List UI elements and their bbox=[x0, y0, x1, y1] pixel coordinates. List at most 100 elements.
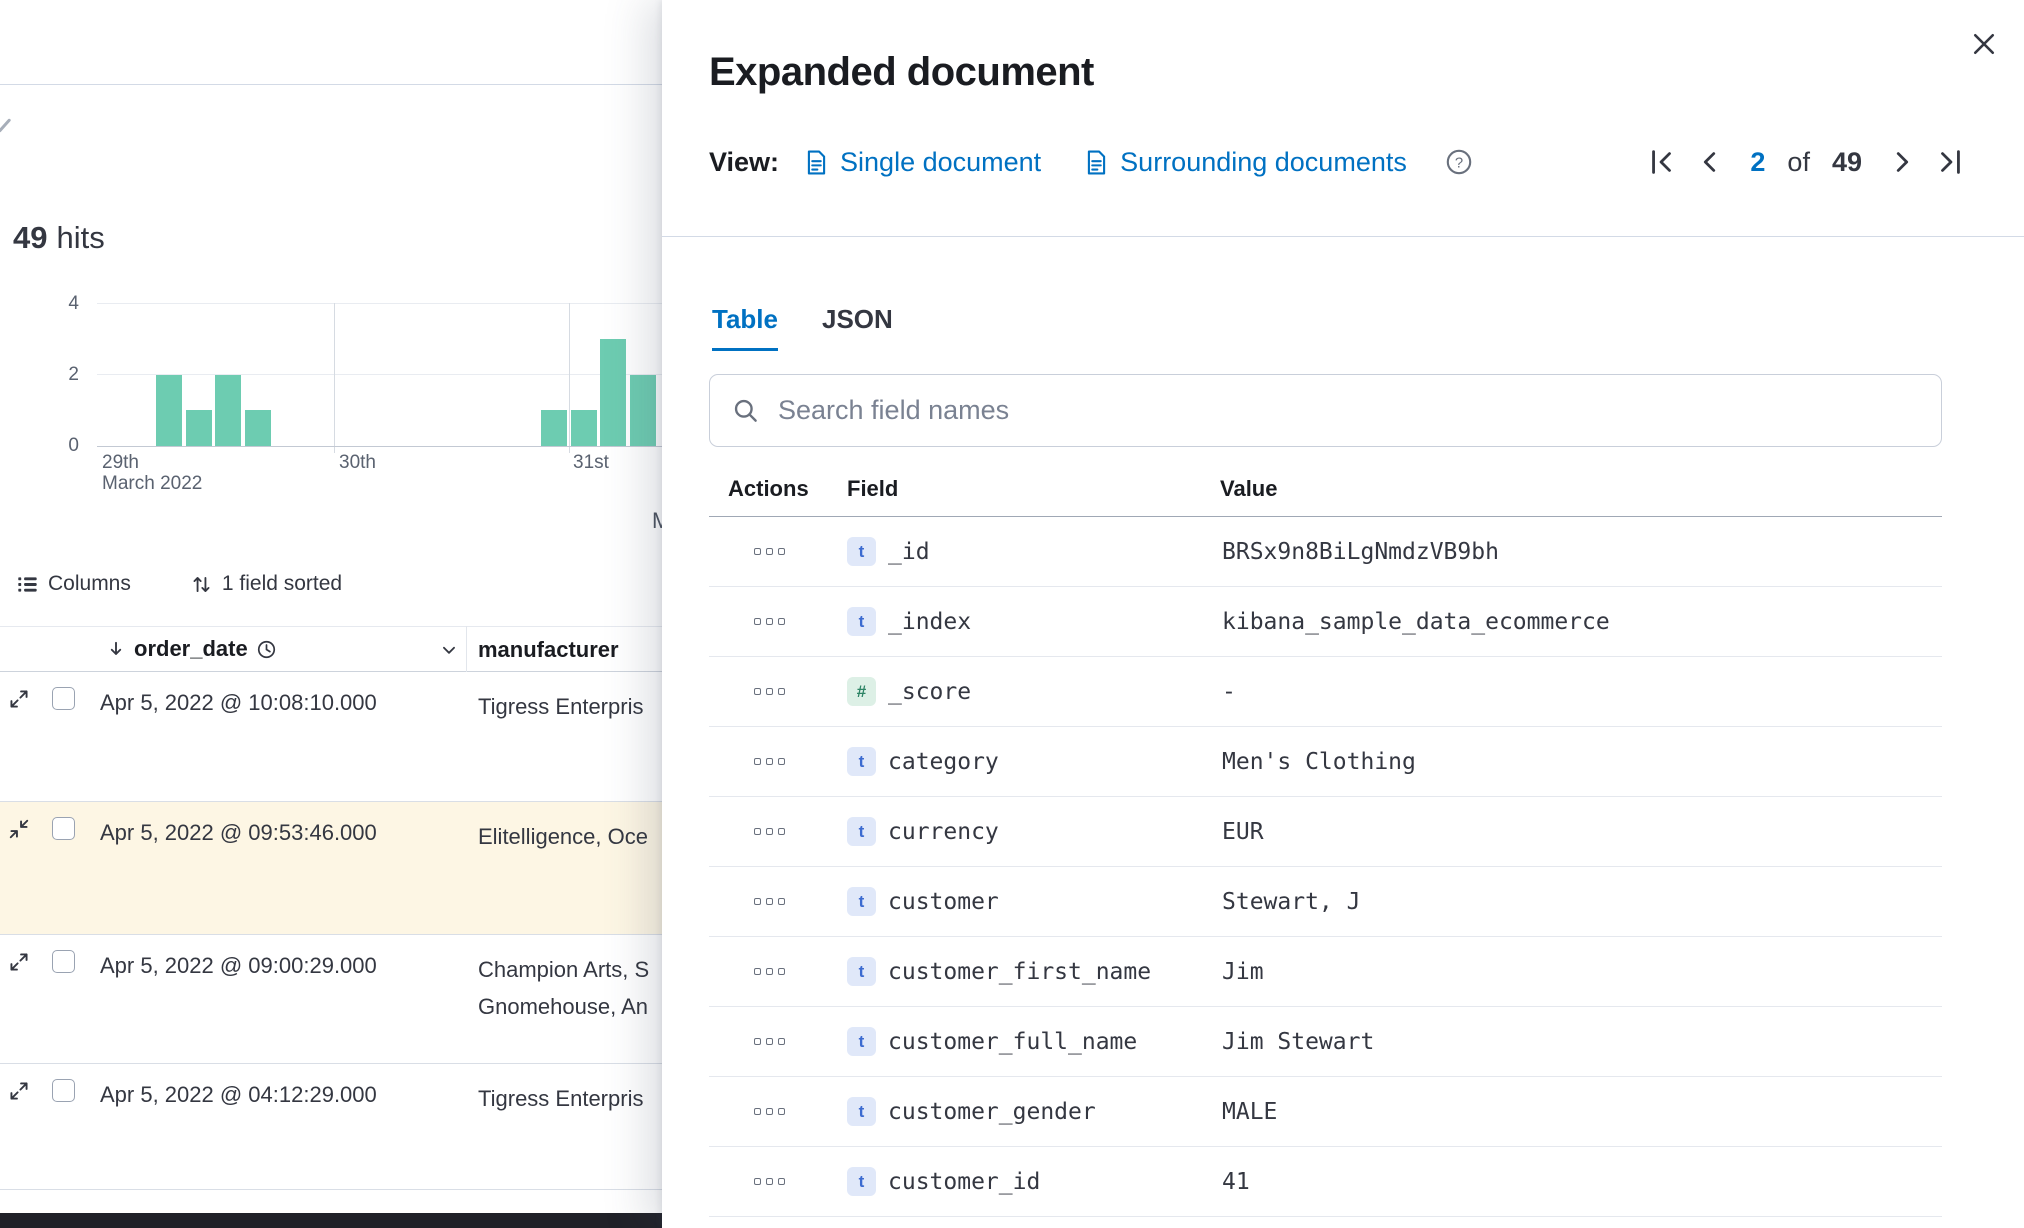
field-name: customer_gender bbox=[888, 1098, 1096, 1125]
search-field-names-box bbox=[709, 374, 1942, 447]
sorted-fields-button[interactable]: 1 field sorted bbox=[191, 572, 342, 596]
expand-icon bbox=[10, 690, 28, 708]
field-actions-button[interactable] bbox=[754, 968, 785, 975]
clock-icon bbox=[257, 640, 275, 658]
token-text-icon: t bbox=[847, 607, 876, 636]
token-text-icon: t bbox=[847, 747, 876, 776]
x-axis-tick: 29th bbox=[102, 452, 139, 473]
view-selector-row: View: Single document Surrounding docume… bbox=[709, 140, 1473, 184]
expand-row-button[interactable] bbox=[8, 951, 30, 973]
field-name: category bbox=[888, 748, 999, 775]
columns-button[interactable]: Columns bbox=[17, 572, 131, 596]
doc-table-header: Actions Field Value bbox=[709, 464, 1942, 517]
field-actions-button[interactable] bbox=[754, 898, 785, 905]
field-column-header: Field bbox=[847, 476, 899, 501]
surrounding-documents-link[interactable]: Surrounding documents bbox=[1083, 147, 1407, 178]
search-input[interactable] bbox=[776, 394, 1921, 427]
field-row: t _index kibana_sample_data_ecommerce bbox=[709, 587, 1942, 657]
sorted-fields-label: 1 field sorted bbox=[221, 572, 343, 595]
actions-column-header: Actions bbox=[728, 476, 809, 501]
manufacturer-line: Elitelligence, Oce bbox=[478, 824, 648, 849]
row-checkbox[interactable] bbox=[52, 687, 75, 710]
first-page-button[interactable] bbox=[1647, 147, 1677, 177]
field-row: t currency EUR bbox=[709, 797, 1942, 867]
document-pagination: 2 of 49 bbox=[1638, 140, 1974, 184]
column-header-order-date[interactable]: order_date bbox=[106, 636, 277, 662]
help-button[interactable]: ? bbox=[1445, 148, 1473, 176]
doc-table-rows: t _id BRSx9n8BiLgNmdzVB9bh t _index kiba… bbox=[709, 517, 1942, 1217]
previous-page-button[interactable] bbox=[1695, 147, 1725, 177]
last-page-button[interactable] bbox=[1935, 147, 1965, 177]
field-value: Men's Clothing bbox=[1222, 748, 1416, 775]
tab-json[interactable]: JSON bbox=[822, 304, 893, 351]
field-actions-button[interactable] bbox=[754, 688, 785, 695]
grid-row: Apr 5, 2022 @ 10:08:10.000 Tigress Enter… bbox=[0, 672, 662, 802]
sort-icon bbox=[193, 576, 210, 592]
close-button[interactable] bbox=[1964, 24, 2004, 64]
x-axis-tick: 31st bbox=[573, 452, 609, 473]
expanded-document-flyout: Expanded document View: Single document … bbox=[662, 0, 2024, 1228]
expand-icon bbox=[10, 1082, 28, 1100]
field-actions-button[interactable] bbox=[754, 548, 785, 555]
field-name: customer_first_name bbox=[888, 958, 1152, 985]
histogram-bar bbox=[600, 338, 627, 446]
collapse-row-button[interactable] bbox=[8, 818, 30, 840]
help-icon: ? bbox=[1446, 149, 1472, 175]
order-date-cell: Apr 5, 2022 @ 09:00:29.000 bbox=[100, 953, 377, 978]
field-actions-button[interactable] bbox=[754, 758, 785, 765]
hits-number: 49 bbox=[13, 220, 48, 255]
grid-toolbar: Columns 1 field sorted bbox=[17, 572, 342, 596]
flyout-header-divider bbox=[662, 236, 2024, 237]
row-checkbox[interactable] bbox=[52, 1079, 75, 1102]
histogram-bar bbox=[570, 410, 597, 446]
field-actions-button[interactable] bbox=[754, 1108, 785, 1115]
column-header-manufacturer[interactable]: manufacturer bbox=[478, 637, 619, 663]
histogram-bar bbox=[215, 374, 242, 446]
field-value: Jim Stewart bbox=[1222, 1028, 1375, 1055]
hits-counter: 49 hits bbox=[13, 220, 105, 256]
field-actions-button[interactable] bbox=[754, 1178, 785, 1185]
expand-row-button[interactable] bbox=[8, 1080, 30, 1102]
token-text-icon: t bbox=[847, 887, 876, 916]
row-checkbox[interactable] bbox=[52, 817, 75, 840]
surrounding-documents-label: Surrounding documents bbox=[1120, 146, 1407, 177]
field-row: t customer_id 41 bbox=[709, 1147, 1942, 1217]
field-value: Stewart, J bbox=[1222, 888, 1361, 915]
field-row: t customer_full_name Jim Stewart bbox=[709, 1007, 1942, 1077]
last-page-icon bbox=[1941, 150, 1960, 174]
tab-table[interactable]: Table bbox=[712, 304, 778, 351]
x-axis-tick: 30th bbox=[339, 452, 376, 473]
doc-viewer-tabs: Table JSON bbox=[712, 304, 893, 351]
next-page-button[interactable] bbox=[1887, 147, 1917, 177]
column-menu-chevron-icon[interactable] bbox=[440, 641, 458, 659]
single-document-link[interactable]: Single document bbox=[803, 147, 1041, 178]
field-row: t customer_first_name Jim bbox=[709, 937, 1942, 1007]
order-date-cell: Apr 5, 2022 @ 10:08:10.000 bbox=[100, 690, 377, 715]
document-icon bbox=[1088, 149, 1106, 175]
search-bar-fragment-icon bbox=[0, 118, 12, 133]
field-name: _score bbox=[888, 678, 972, 705]
field-name: _id bbox=[888, 538, 930, 565]
field-actions-button[interactable] bbox=[754, 618, 785, 625]
manufacturer-line: Champion Arts, S bbox=[478, 957, 650, 982]
view-label: View: bbox=[709, 146, 780, 177]
row-checkbox[interactable] bbox=[52, 950, 75, 973]
field-name: _index bbox=[888, 608, 972, 635]
grid-footer-bar bbox=[0, 1213, 662, 1228]
field-row: # _score - bbox=[709, 657, 1942, 727]
token-text-icon: t bbox=[847, 1167, 876, 1196]
grid-rows: Apr 5, 2022 @ 10:08:10.000 Tigress Enter… bbox=[0, 672, 662, 1190]
grid-row-expanded: Apr 5, 2022 @ 09:53:46.000 Elitelligence… bbox=[0, 802, 662, 935]
manufacturer-cell: Tigress Enterpris bbox=[478, 1080, 643, 1117]
manufacturer-line: Gnomehouse, An bbox=[478, 994, 649, 1019]
manufacturer-cell: Champion Arts, S Gnomehouse, An bbox=[478, 951, 649, 1025]
order-date-cell: Apr 5, 2022 @ 09:53:46.000 bbox=[100, 820, 377, 845]
field-value: BRSx9n8BiLgNmdzVB9bh bbox=[1222, 538, 1499, 565]
single-document-label: Single document bbox=[840, 146, 1042, 177]
column-header-label: manufacturer bbox=[478, 637, 619, 662]
field-actions-button[interactable] bbox=[754, 828, 785, 835]
expand-row-button[interactable] bbox=[8, 688, 30, 710]
grid-row: Apr 5, 2022 @ 09:00:29.000 Champion Arts… bbox=[0, 935, 662, 1064]
field-actions-button[interactable] bbox=[754, 1038, 785, 1045]
grid-header: order_date manufacturer bbox=[0, 626, 662, 672]
